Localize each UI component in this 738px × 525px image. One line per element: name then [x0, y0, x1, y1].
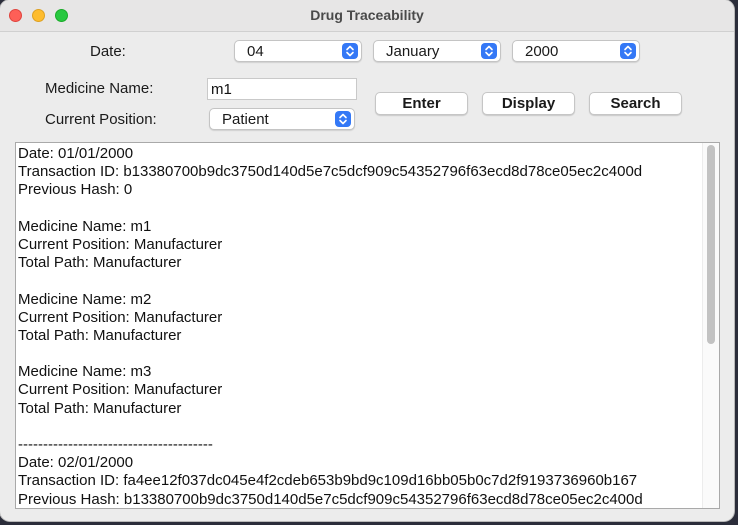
output-line: --------------------------------------- — [18, 436, 213, 453]
medicine-name-input[interactable]: m1 — [207, 78, 357, 100]
output-line — [18, 345, 643, 363]
current-position-value: Patient — [222, 111, 269, 128]
current-position-label: Current Position: — [45, 111, 157, 128]
output-line: Medicine Name: m1 — [18, 217, 152, 235]
medicine-name-value: m1 — [211, 81, 232, 98]
chevron-updown-icon — [335, 111, 351, 127]
output-line: Medicine Name: m2 — [18, 290, 152, 308]
current-position-select[interactable]: Patient — [209, 108, 355, 130]
medicine-name-label: Medicine Name: — [45, 80, 154, 97]
chevron-updown-icon — [342, 43, 358, 59]
display-button[interactable]: Display — [482, 92, 575, 115]
date-label: Date: — [90, 43, 126, 60]
output-text-area[interactable]: Date: 01/01/2000 Transaction ID: b1338070… — [15, 142, 720, 509]
output-line: Date: 02/01/2000 — [18, 454, 134, 472]
output-line: Total Path: Manufacturer — [18, 254, 182, 272]
output-line: Date: 01/01/2000 — [18, 145, 134, 162]
output-line: Medicine Name: m3 — [18, 363, 152, 381]
output-line: Previous Hash: b13380700b9dc3750d140d5e7… — [18, 490, 643, 508]
output-line — [18, 272, 643, 290]
output-line: Previous Hash: 0 — [18, 181, 133, 199]
vertical-scrollbar[interactable] — [702, 143, 719, 508]
output-line: Transaction ID: b13380700b9dc3750d140d5e… — [18, 163, 643, 181]
output-line: Current Position: Manufacturer — [18, 308, 223, 326]
day-select[interactable]: 04 — [234, 40, 362, 62]
output-line: Current Position: Manufacturer — [18, 381, 223, 399]
app-window: Drug Traceability Date: 04 January 2000 … — [0, 0, 734, 521]
year-select[interactable]: 2000 — [512, 40, 640, 62]
year-select-value: 2000 — [525, 43, 559, 60]
output-line: Transaction ID: fa4ee12f037dc045e4f2cdeb… — [18, 472, 638, 490]
title-bar: Drug Traceability — [0, 0, 734, 32]
chevron-updown-icon — [481, 43, 497, 59]
output-line: Total Path: Manufacturer — [18, 326, 182, 344]
output-lines: Date: 01/01/2000 Transaction ID: b1338070… — [18, 145, 643, 508]
search-button[interactable]: Search — [589, 92, 682, 115]
month-select-value: January — [386, 43, 440, 60]
scrollbar-thumb[interactable] — [707, 145, 715, 344]
output-line: Total Path: Manufacturer — [18, 399, 182, 417]
output-line: Current Position: Manufacturer — [18, 235, 223, 253]
output-line — [18, 200, 643, 218]
enter-button[interactable]: Enter — [375, 92, 468, 115]
day-select-value: 04 — [247, 43, 264, 60]
chevron-updown-icon — [620, 43, 636, 59]
output-line — [18, 418, 643, 436]
month-select[interactable]: January — [373, 40, 501, 62]
window-title: Drug Traceability — [310, 7, 424, 23]
